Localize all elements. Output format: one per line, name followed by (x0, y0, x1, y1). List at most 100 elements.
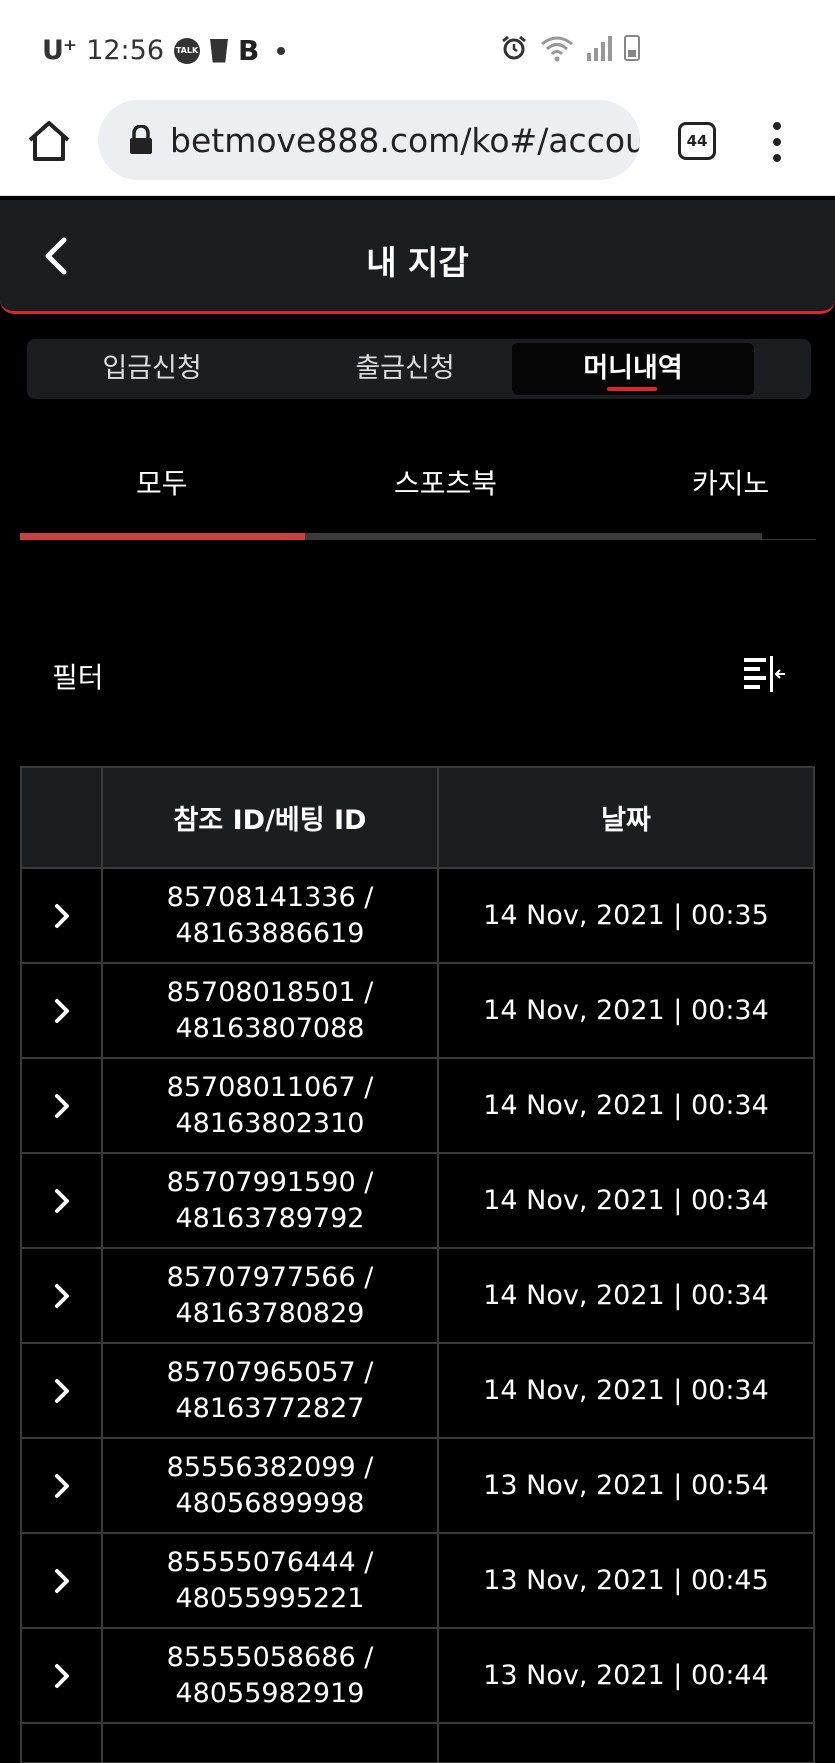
expand-row-button[interactable] (22, 1439, 103, 1532)
partial-cell (439, 1724, 813, 1762)
table-row: 85555058686 / 48055982919 13 Nov, 2021 | … (22, 1629, 813, 1724)
carrier-label: U⁺ (42, 35, 77, 66)
expand-row-button[interactable] (22, 1344, 103, 1437)
tab-deposit[interactable]: 입금신청 (31, 343, 273, 395)
ref-bet-id-cell: 85556382099 / 48056899998 (103, 1439, 439, 1532)
subtab-casino[interactable]: 카지노 (692, 462, 769, 502)
app-header: 내 지갑 (0, 200, 835, 314)
partial-cell (103, 1724, 439, 1762)
chevron-right-icon (54, 998, 69, 1023)
bet-id: 48055995221 (175, 1582, 365, 1614)
column-header-ref-id: 참조 ID/베팅 ID (103, 768, 439, 867)
subtab-active-indicator (20, 533, 305, 540)
subtab-all[interactable]: 모두 (136, 462, 188, 502)
bet-id: 48163886619 (175, 917, 365, 949)
main-tab-bar: 입금신청 출금신청 머니내역 (27, 339, 811, 399)
clock: 12:56 (86, 35, 164, 66)
tab-withdraw[interactable]: 출금신청 (284, 343, 526, 395)
expand-row-button[interactable] (22, 1249, 103, 1342)
wifi-icon (541, 36, 573, 62)
expand-row-button[interactable] (22, 964, 103, 1057)
filter-toggle-icon[interactable] (742, 655, 786, 693)
table-row: 85707965057 / 48163772827 14 Nov, 2021 | … (22, 1344, 813, 1439)
expand-row-button[interactable] (22, 869, 103, 962)
battery-icon (624, 35, 640, 61)
chevron-right-icon (54, 1568, 69, 1593)
history-table: 참조 ID/베팅 ID 날짜 85708141336 / 48163886619 … (20, 766, 815, 1763)
table-row: 85708018501 / 48163807088 14 Nov, 2021 | … (22, 964, 813, 1059)
table-row: 85707977566 / 48163780829 14 Nov, 2021 | … (22, 1249, 813, 1344)
filter-label: 필터 (52, 661, 104, 694)
table-row: 85708011067 / 48163802310 14 Nov, 2021 | … (22, 1059, 813, 1154)
chevron-right-icon (54, 1663, 69, 1688)
ref-id: 85555076444 / (166, 1546, 374, 1578)
ref-bet-id-cell: 85555076444 / 48055995221 (103, 1534, 439, 1627)
b-app-icon: B (238, 34, 260, 67)
bet-id: 48055982919 (175, 1677, 365, 1709)
notification-dot-icon (277, 46, 286, 55)
ref-bet-id-cell: 85707965057 / 48163772827 (103, 1344, 439, 1437)
status-right (500, 34, 640, 62)
ref-id: 85708011067 / (166, 1071, 374, 1103)
tab-switcher-button[interactable]: 44 (678, 122, 716, 160)
alarm-icon (502, 35, 526, 60)
ref-id: 85708018501 / (166, 976, 374, 1008)
date-cell: 14 Nov, 2021 | 00:34 (483, 1279, 769, 1311)
expand-row-button[interactable] (22, 1534, 103, 1627)
browser-menu-icon[interactable] (770, 122, 784, 162)
ref-id: 85708141336 / (166, 881, 374, 913)
chevron-right-icon (54, 1283, 69, 1308)
subtab-sportsbook[interactable]: 스포츠북 (394, 462, 497, 502)
ref-bet-id-cell: 85555058686 / 48055982919 (103, 1629, 439, 1722)
kakaotalk-icon: TALK (174, 37, 200, 64)
tab-money-history[interactable]: 머니내역 (512, 343, 754, 395)
ref-bet-id-cell: 85708018501 / 48163807088 (103, 964, 439, 1057)
chevron-right-icon (54, 1473, 69, 1498)
date-cell: 14 Nov, 2021 | 00:34 (483, 1184, 769, 1216)
browser-toolbar: betmove888.com/ko#/accour 44 (0, 92, 835, 196)
ref-id: 85556382099 / (166, 1451, 374, 1483)
expand-row-button[interactable] (22, 1154, 103, 1247)
date-cell: 13 Nov, 2021 | 00:45 (483, 1564, 769, 1596)
signal-icon (587, 36, 612, 61)
address-bar[interactable]: betmove888.com/ko#/accour (98, 100, 640, 180)
ref-bet-id-cell: 85708141336 / 48163886619 (103, 869, 439, 962)
date-cell: 14 Nov, 2021 | 00:34 (483, 1374, 769, 1406)
ref-bet-id-cell: 85708011067 / 48163802310 (103, 1059, 439, 1152)
chevron-right-icon (54, 1188, 69, 1213)
partial-cell (22, 1724, 103, 1762)
bet-id: 48163802310 (175, 1107, 365, 1139)
lock-icon (130, 125, 152, 154)
chevron-right-icon (54, 1093, 69, 1118)
ref-id: 85707977566 / (166, 1261, 374, 1293)
ref-id: 85555058686 / (166, 1641, 374, 1673)
ref-id: 85707965057 / (166, 1356, 374, 1388)
table-row: 85707991590 / 48163789792 14 Nov, 2021 | … (22, 1154, 813, 1249)
expand-column-header (22, 768, 103, 867)
expand-row-button[interactable] (22, 1629, 103, 1722)
chevron-right-icon (54, 903, 69, 928)
ref-id: 85707991590 / (166, 1166, 374, 1198)
url-text: betmove888.com/ko#/accour (170, 120, 640, 160)
page-title: 내 지갑 (366, 243, 469, 282)
bet-id: 48163789792 (175, 1202, 365, 1234)
table-row: 85708141336 / 48163886619 14 Nov, 2021 | … (22, 869, 813, 964)
expand-row-button[interactable] (22, 1059, 103, 1152)
bet-id: 48163807088 (175, 1012, 365, 1044)
column-header-date: 날짜 (601, 805, 651, 836)
bet-id: 48163772827 (175, 1392, 365, 1424)
date-cell: 14 Nov, 2021 | 00:34 (483, 994, 769, 1026)
ref-bet-id-cell: 85707977566 / 48163780829 (103, 1249, 439, 1342)
bet-id: 48163780829 (175, 1297, 365, 1329)
date-cell: 13 Nov, 2021 | 00:44 (483, 1659, 769, 1691)
chevron-right-icon (54, 1378, 69, 1403)
table-row: 85556382099 / 48056899998 13 Nov, 2021 | … (22, 1439, 813, 1534)
table-row: 85555076444 / 48055995221 13 Nov, 2021 | … (22, 1534, 813, 1629)
ref-bet-id-cell: 85707991590 / 48163789792 (103, 1154, 439, 1247)
status-left: U⁺ 12:56 TALK B (42, 34, 286, 67)
date-cell: 13 Nov, 2021 | 00:54 (483, 1469, 769, 1501)
table-header-row: 참조 ID/베팅 ID 날짜 (22, 768, 813, 869)
date-cell: 14 Nov, 2021 | 00:34 (483, 1089, 769, 1121)
cup-icon (210, 38, 228, 63)
home-icon[interactable] (26, 118, 72, 164)
